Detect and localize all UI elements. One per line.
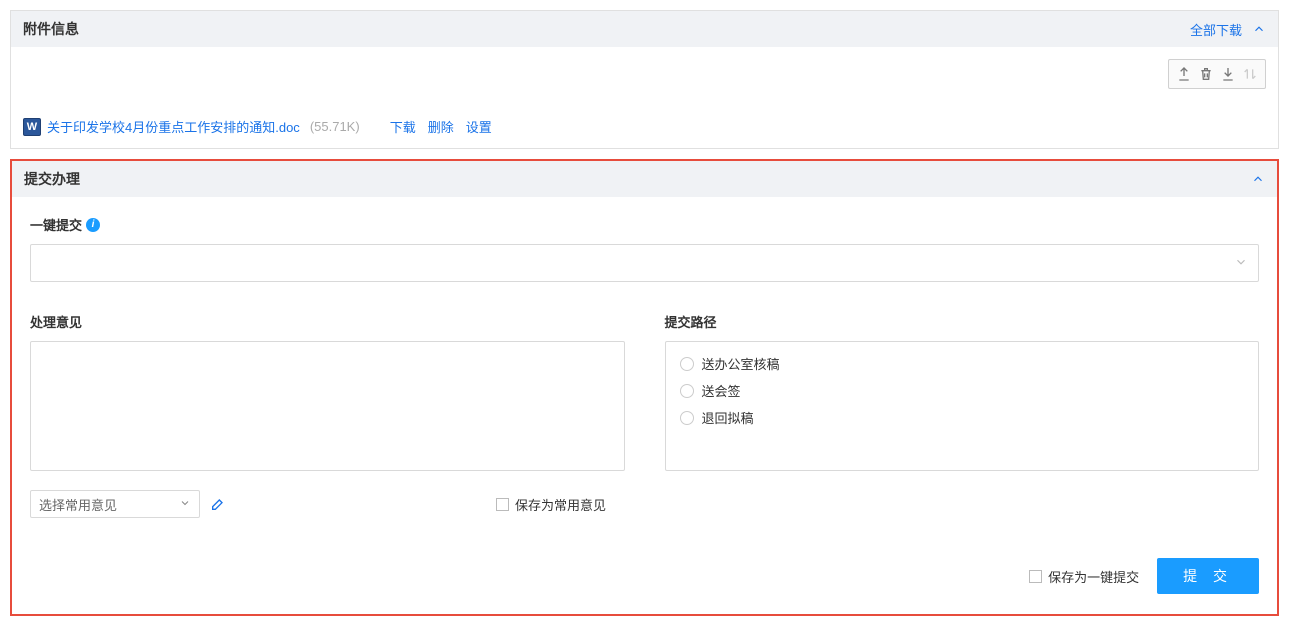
radio-icon [680,357,694,371]
attachments-header-right: 全部下载 [1190,20,1266,39]
file-row: W 关于印发学校4月份重点工作安排的通知.doc (55.71K) 下载 删除 … [23,117,1266,136]
submit-title: 提交办理 [24,169,80,189]
file-delete-link[interactable]: 删除 [428,117,454,136]
file-size: (55.71K) [310,119,360,134]
path-label: 提交路径 [665,312,1260,331]
footer-row: 保存为一键提交 提 交 [30,558,1259,594]
opinion-controls: 选择常用意见 保存为常用意见 [30,490,625,518]
path-option-label: 送办公室核稿 [702,354,780,373]
info-icon[interactable]: i [86,218,100,232]
quick-submit-label: 一键提交 i [30,215,1259,234]
path-option-1[interactable]: 送会签 [680,381,1245,400]
opinion-label: 处理意见 [30,312,625,331]
sort-icon [1239,64,1261,84]
attachments-panel: 附件信息 全部下载 W 关于印发学校4月份重点工作安排的通知.doc [10,10,1279,149]
submit-body: 一键提交 i 处理意见 选择常用意见 [12,197,1277,614]
submit-panel: 提交办理 一键提交 i 处理意见 选择常用意见 [10,159,1279,616]
common-opinion-value: 选择常用意见 [39,495,117,514]
path-option-label: 送会签 [702,381,741,400]
submit-button[interactable]: 提 交 [1157,558,1259,594]
submit-header: 提交办理 [12,161,1277,197]
path-radio-group: 送办公室核稿 送会签 退回拟稿 [665,341,1260,471]
path-option-0[interactable]: 送办公室核稿 [680,354,1245,373]
upload-icon[interactable] [1173,64,1195,84]
save-quick-checkbox-group: 保存为一键提交 [1029,567,1139,586]
save-quick-checkbox[interactable] [1029,570,1042,583]
attachment-toolbar [1168,59,1266,89]
save-common-checkbox-group: 保存为常用意见 [496,495,606,514]
quick-submit-label-text: 一键提交 [30,215,82,234]
collapse-icon[interactable] [1251,172,1265,186]
attachments-body: W 关于印发学校4月份重点工作安排的通知.doc (55.71K) 下载 删除 … [11,47,1278,148]
save-common-label: 保存为常用意见 [515,495,606,514]
save-quick-label: 保存为一键提交 [1048,567,1139,586]
chevron-down-icon [179,497,191,512]
path-column: 提交路径 送办公室核稿 送会签 退回拟稿 [665,312,1260,518]
file-name-link[interactable]: 关于印发学校4月份重点工作安排的通知.doc [47,117,300,136]
file-settings-link[interactable]: 设置 [466,117,492,136]
attachments-header: 附件信息 全部下载 [11,11,1278,47]
submit-header-right [1251,172,1265,186]
path-option-2[interactable]: 退回拟稿 [680,408,1245,427]
two-column-section: 处理意见 选择常用意见 保存为常用意见 [30,312,1259,518]
opinion-column: 处理意见 选择常用意见 保存为常用意见 [30,312,625,518]
save-common-checkbox[interactable] [496,498,509,511]
file-download-link[interactable]: 下载 [390,117,416,136]
attachments-title: 附件信息 [23,19,79,39]
path-option-label: 退回拟稿 [702,408,754,427]
trash-icon[interactable] [1195,64,1217,84]
edit-icon[interactable] [210,496,226,512]
quick-submit-select[interactable] [30,244,1259,282]
chevron-down-icon [1234,255,1248,272]
opinion-textarea[interactable] [30,341,625,471]
download-all-link[interactable]: 全部下载 [1190,20,1242,39]
download-icon[interactable] [1217,64,1239,84]
collapse-icon[interactable] [1252,22,1266,36]
common-opinion-select[interactable]: 选择常用意见 [30,490,200,518]
file-actions: 下载 删除 设置 [390,117,492,136]
radio-icon [680,411,694,425]
word-icon: W [23,118,41,136]
radio-icon [680,384,694,398]
